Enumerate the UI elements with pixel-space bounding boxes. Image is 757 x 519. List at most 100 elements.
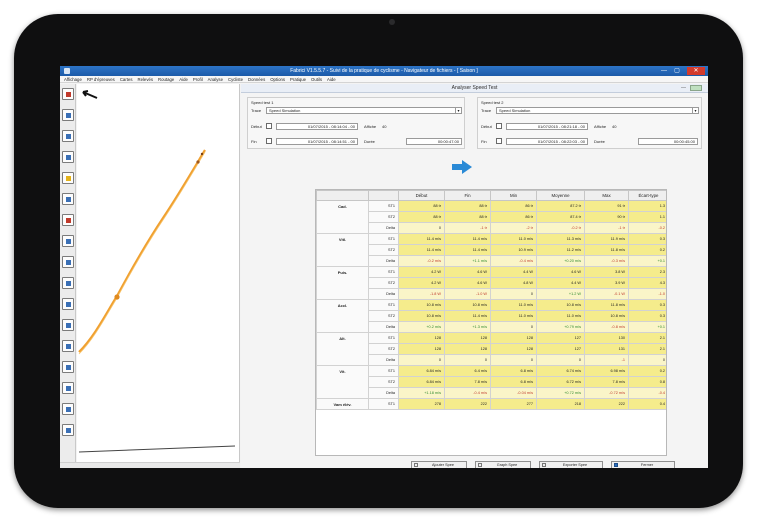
close-button[interactable]: Fermer [611,461,675,468]
table-cell: 11.0 m/s [536,310,585,322]
speed-test-2-group: Speed test 2 Trace Speed Simulation ▾ Dé… [477,97,702,149]
column-header[interactable] [316,190,369,201]
wave-icon[interactable] [62,340,74,352]
table-cell: -1.0 W [444,288,491,300]
end-field[interactable]: 01/07/2015 - 08:14:51 - 00 [276,138,358,145]
table-cell: 11.2 m/s [536,244,585,256]
table-cell: 0 [490,354,537,366]
comparison-table-grid: Début Fin Min Moyenne Max Écart-type Cad. ST1 8… [316,190,666,410]
bike-icon[interactable] [62,256,74,268]
menu-item[interactable]: Outils [311,76,322,82]
table-cell: 131 [584,343,629,355]
menu-item[interactable]: Affichage [64,76,82,82]
menu-item[interactable]: Relevés [137,76,153,82]
export-button[interactable]: Exporter Spee [539,461,603,468]
cloud-icon[interactable] [62,298,74,310]
end-checkbox[interactable] [266,138,272,144]
table-cell: 4.4 W [536,277,585,289]
affiche-value: 40 [612,124,617,129]
table-cell: +1.18 m/s [398,387,445,399]
start-field[interactable]: 01/07/2015 - 08:21:18 - 00 [506,123,588,130]
column-header[interactable]: Fin [444,190,491,201]
menu-item[interactable]: Cartes [120,76,133,82]
cursor-icon[interactable] [62,88,74,100]
column-header[interactable]: Écart-type [628,190,666,201]
row-group-label: Alt. [316,332,369,366]
close-icon [614,463,618,467]
menu-item[interactable]: Pratique [290,76,306,82]
speed-test-1-label: Speed test 1 [251,100,274,105]
table-cell: -1 tr [584,222,629,234]
duree-field[interactable]: 00:00:47.00 [406,138,462,145]
menu-item[interactable]: Analyse [208,76,223,82]
menu-item[interactable]: Routage [158,76,174,82]
table-cell: 0.3 [628,233,666,245]
start-field[interactable]: 01/07/2015 - 08:14:04 - 00 [276,123,358,130]
minimize-button[interactable]: — [658,67,670,75]
column-header[interactable] [368,190,399,201]
panel-title: Analyser Speed Test [241,84,708,93]
table-cell: 6.8 m/s [490,376,537,388]
graph-icon [478,463,482,467]
table-cell: 0 [444,354,491,366]
trace-select[interactable]: Speed Simulation ▾ [496,107,699,114]
trace-marker[interactable] [200,152,204,156]
duree-field[interactable]: 00:00:45.00 [638,138,698,145]
table-cell: 278 [398,398,445,410]
layers-icon[interactable] [62,193,74,205]
table-cell: 6.84 m/s [398,376,445,388]
globe-icon[interactable] [62,403,74,415]
start-checkbox[interactable] [266,123,272,129]
button-label: Fermer [640,463,654,467]
column-header[interactable]: Max [584,190,629,201]
table-cell: 2.1 [628,343,666,355]
speed-test-1-group: Speed test 1 Trace Speed Simulation ▾ Dé… [247,97,465,149]
zoom-icon[interactable] [62,109,74,121]
grid-icon[interactable] [62,151,74,163]
table-cell: 4.6 W [444,277,491,289]
column-header[interactable]: Moyenne [536,190,585,201]
row-label: ST2 [368,244,399,256]
chart-icon[interactable] [62,235,74,247]
table-cell: -1.0 [628,288,666,300]
column-header[interactable]: Début [398,190,445,201]
end-checkbox[interactable] [496,138,502,144]
table-cell: 0.2 [628,244,666,256]
column-header[interactable]: Min [490,190,537,201]
panel-close-icon[interactable] [690,85,702,91]
table-cell: 2.1 [628,332,666,344]
trace-marker[interactable] [196,160,200,164]
graph-button[interactable]: Graph Spee [475,461,531,468]
menu-item[interactable]: Aide [327,76,336,82]
maximize-button[interactable]: ▢ [671,67,683,75]
trace-marker[interactable] [114,294,120,300]
close-button[interactable]: ✕ [687,67,705,75]
menu-item[interactable]: Données [248,76,265,82]
table-button[interactable]: Ajouter Spee [411,461,467,468]
menu-item[interactable]: RP d'épreuves [87,76,115,82]
menu-item[interactable]: Options [270,76,285,82]
trace-select[interactable]: Speed Simulation ▾ [266,107,462,114]
map-icon[interactable] [62,172,74,184]
duree-label: Durée [594,139,605,144]
gear-icon[interactable] [62,382,74,394]
ruler-icon[interactable] [62,130,74,142]
panel-minimize-icon[interactable]: — [681,85,686,91]
flag-icon[interactable] [62,214,74,226]
end-field[interactable]: 01/07/2015 - 08:22:03 - 00 [506,138,588,145]
menu-item[interactable]: Aide [179,76,188,82]
menu-item[interactable]: Cycliste [228,76,243,82]
table-cell: 127 [536,332,585,344]
start-checkbox[interactable] [496,123,502,129]
black-arrow-icon [82,90,98,99]
route-icon[interactable] [62,277,74,289]
menu-item[interactable]: Profil [193,76,203,82]
marker-icon[interactable] [62,319,74,331]
row-label: ST1 [368,233,399,245]
info-icon[interactable] [62,424,74,436]
disk-icon[interactable] [62,361,74,373]
table-cell: 88 tr [398,211,445,223]
affiche-label: Affiche [594,124,607,129]
table-cell: +0.79 m/s [536,321,585,333]
table-cell: 0.2 [628,365,666,377]
